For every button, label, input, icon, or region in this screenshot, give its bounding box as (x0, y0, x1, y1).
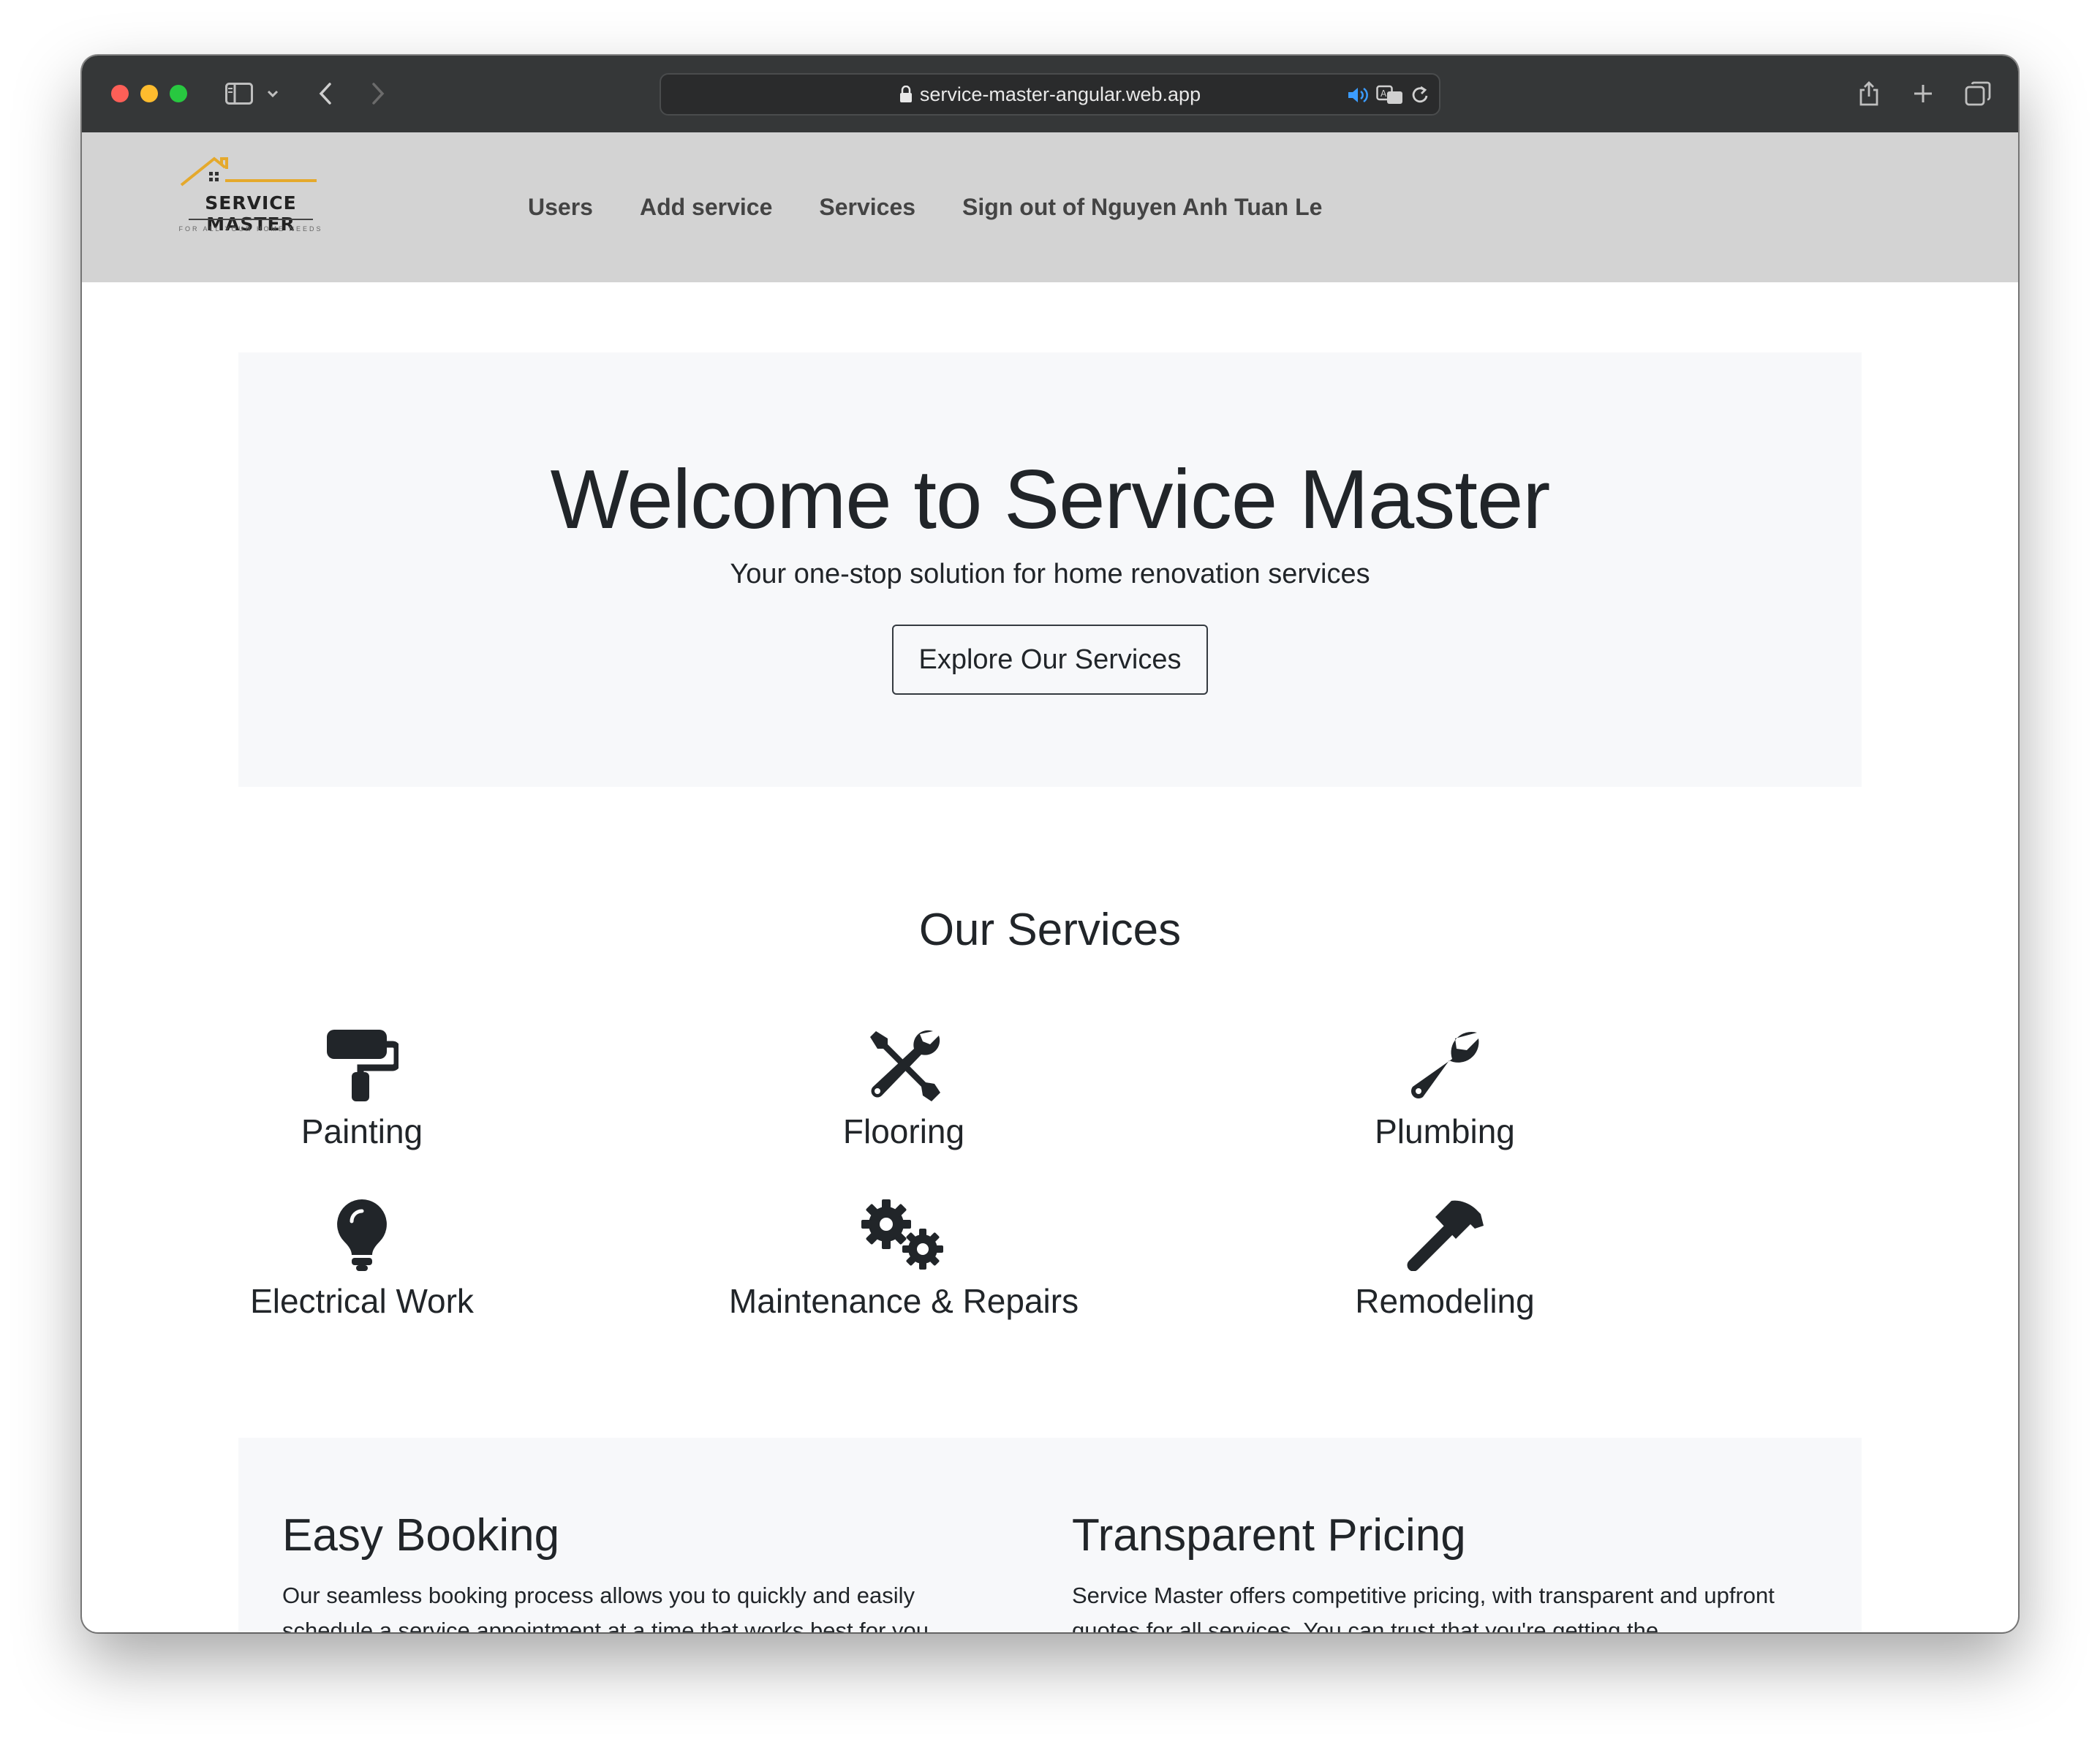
nav-link-services[interactable]: Services (819, 194, 915, 221)
forward-arrow-icon[interactable] (367, 76, 389, 111)
logo-divider (189, 219, 313, 220)
feature-title: Easy Booking (282, 1510, 560, 1561)
service-maintenance-repairs: Maintenance & Repairs (684, 1195, 1123, 1321)
new-tab-icon[interactable] (1908, 76, 1938, 111)
service-label: Remodeling (1355, 1282, 1535, 1320)
lock-icon (899, 86, 912, 102)
browser-window: service-master-angular.web.app A SERVICE… (82, 56, 2018, 1632)
translate-icon[interactable]: A (1376, 82, 1404, 108)
service-flooring: Flooring (684, 1025, 1123, 1151)
nav-link-sign-out[interactable]: Sign out of Nguyen Anh Tuan Le (962, 194, 1322, 221)
gears-icon (684, 1195, 1123, 1271)
reload-icon[interactable] (1411, 82, 1430, 108)
services-heading: Our Services (918, 905, 1182, 955)
service-remodeling: Remodeling (1225, 1195, 1664, 1321)
back-arrow-icon[interactable] (314, 76, 336, 111)
site-logo[interactable]: SERVICE MASTER FOR ALL YOUR HOME NEEDS (159, 154, 342, 246)
nav-link-users[interactable]: Users (528, 194, 593, 221)
tab-overview-icon[interactable] (1963, 76, 1993, 111)
lightbulb-icon (143, 1195, 581, 1271)
feature-text: Service Master offers competitive pricin… (1072, 1583, 1775, 1632)
hero-subtitle: Your one-stop solution for home renovati… (730, 559, 1370, 589)
service-label: Flooring (842, 1112, 965, 1150)
svg-text:A: A (1381, 88, 1387, 99)
tools-icon (684, 1025, 1123, 1101)
paint-roller-icon (143, 1025, 581, 1101)
main-nav: Users Add service Services Sign out of N… (528, 132, 1369, 282)
service-label: Painting (301, 1112, 423, 1150)
audio-icon[interactable] (1347, 82, 1370, 108)
hero-title: Welcome to Service Master (550, 453, 1551, 546)
service-plumbing: Plumbing (1225, 1025, 1664, 1151)
hammer-icon (1225, 1195, 1664, 1271)
site-navbar: SERVICE MASTER FOR ALL YOUR HOME NEEDS U… (82, 132, 2018, 282)
hero-section: Welcome to Service Master Your one-stop … (238, 352, 1862, 787)
zoom-window-button[interactable] (170, 85, 187, 102)
service-electrical-work: Electrical Work (143, 1195, 581, 1321)
features-section: Easy Booking Our seamless booking proces… (238, 1438, 1862, 1632)
wrench-icon (1225, 1025, 1664, 1101)
url-text: service-master-angular.web.app (919, 83, 1201, 105)
minimize-window-button[interactable] (140, 85, 158, 102)
feature-title: Transparent Pricing (1072, 1510, 1466, 1561)
service-label: Electrical Work (250, 1282, 474, 1320)
service-painting: Painting (143, 1025, 581, 1151)
service-label: Maintenance & Repairs (728, 1282, 1079, 1320)
house-roof-icon (180, 157, 317, 186)
explore-services-button[interactable]: Explore Our Services (892, 625, 1208, 695)
sidebar-toggle-icon[interactable] (222, 76, 256, 111)
chevron-down-icon[interactable] (263, 76, 282, 111)
close-window-button[interactable] (111, 85, 129, 102)
share-icon[interactable] (1854, 76, 1884, 111)
logo-tagline: FOR ALL YOUR HOME NEEDS (178, 225, 323, 233)
nav-link-add-service[interactable]: Add service (640, 194, 772, 221)
feature-text: Our seamless booking process allows you … (282, 1583, 935, 1632)
address-bar[interactable]: service-master-angular.web.app A (660, 73, 1440, 116)
browser-toolbar: service-master-angular.web.app A (82, 56, 2018, 132)
service-label: Plumbing (1375, 1112, 1515, 1150)
